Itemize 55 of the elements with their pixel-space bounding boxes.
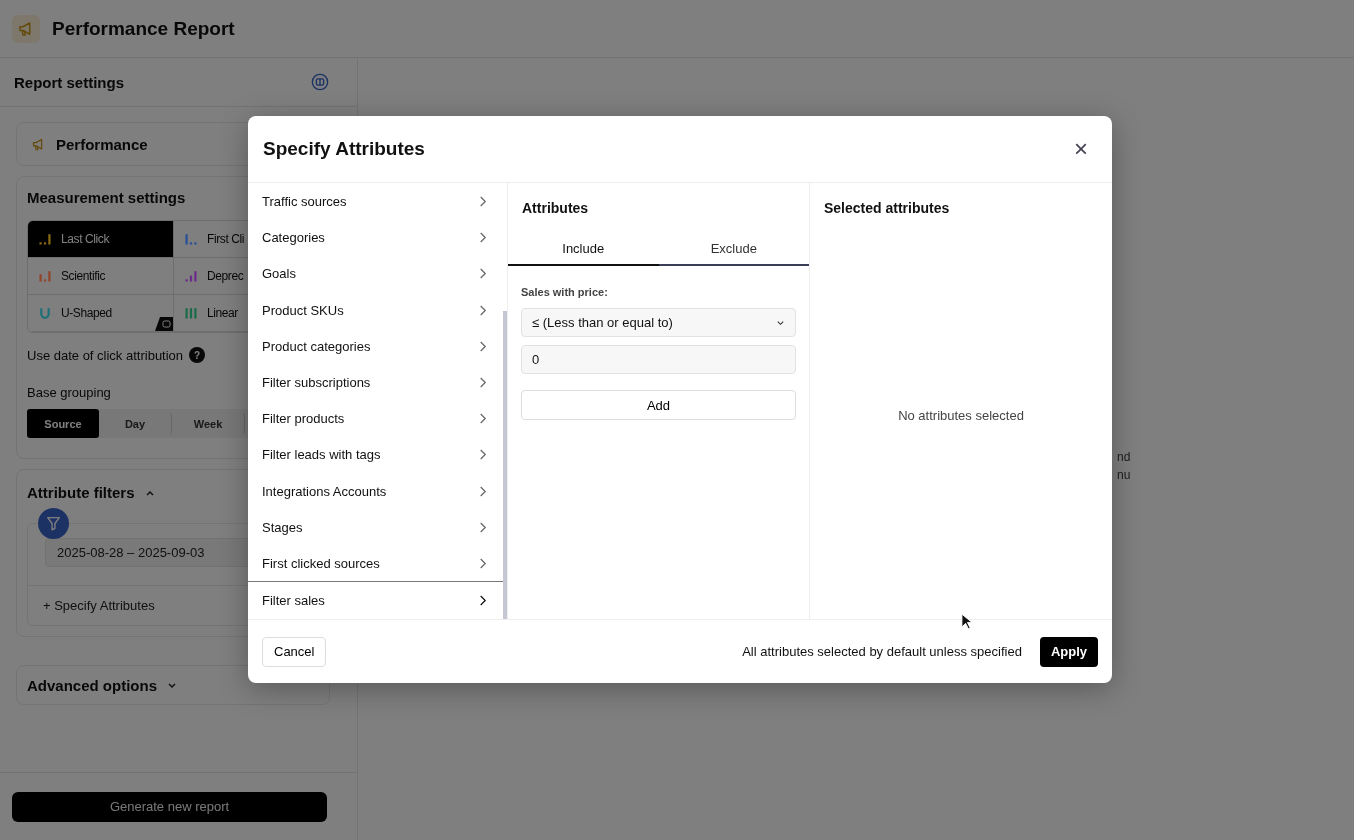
add-button[interactable]: Add bbox=[521, 390, 796, 420]
chevron-right-icon bbox=[478, 593, 487, 607]
category-item[interactable]: Filter subscriptions bbox=[248, 363, 503, 401]
image-badge-icon bbox=[155, 317, 173, 331]
scrollbar[interactable] bbox=[503, 311, 507, 619]
setting-label: Use date of click attribution bbox=[27, 347, 184, 363]
tab[interactable]: Exclude bbox=[658, 233, 809, 266]
price-input-field[interactable]: 0 bbox=[521, 345, 796, 374]
category-item[interactable]: Traffic sources bbox=[248, 183, 503, 220]
generate-report-button[interactable]: Generate new report bbox=[12, 791, 327, 822]
text-fragment: nd bbox=[1117, 449, 1131, 466]
section-title: Attribute filters bbox=[27, 484, 135, 501]
chevron-icon[interactable] bbox=[167, 680, 177, 690]
grouping-option[interactable]: Week bbox=[172, 413, 245, 434]
field-label: Sales with price: bbox=[521, 286, 609, 298]
chevron-right-icon bbox=[478, 520, 487, 534]
operator-select[interactable]: ≤ (Less than or equal to) bbox=[521, 308, 796, 337]
panel-toggle-icon[interactable] bbox=[311, 73, 329, 91]
panel-title: Selected attributes bbox=[824, 200, 951, 216]
section-title: Advanced options bbox=[27, 676, 157, 694]
chevron-right-icon bbox=[478, 339, 487, 353]
chevron-right-icon bbox=[478, 267, 487, 281]
category-item[interactable]: Filter leads with tags bbox=[248, 436, 503, 473]
report-type-label: Performance bbox=[56, 135, 148, 153]
grouping-option[interactable]: Day bbox=[99, 413, 172, 434]
section-title: Measurement settings bbox=[27, 189, 186, 206]
cancel-button[interactable]: Cancel bbox=[262, 636, 327, 667]
help-icon[interactable]: ? bbox=[189, 347, 206, 363]
attribution-model-tile[interactable]: Last Click bbox=[28, 221, 174, 258]
setting-label: Base grouping bbox=[27, 385, 112, 400]
panel-title: Attributes bbox=[522, 200, 590, 216]
sidebar-title: Report settings bbox=[14, 73, 124, 91]
apply-button[interactable]: Apply bbox=[1039, 636, 1098, 667]
category-item[interactable]: Filter products bbox=[248, 400, 503, 437]
chevron-right-icon bbox=[478, 376, 487, 390]
chevron-right-icon bbox=[478, 231, 487, 245]
page-title: Performance Report bbox=[52, 17, 235, 40]
chevron-right-icon bbox=[478, 303, 487, 317]
grouping-option[interactable]: Source bbox=[27, 409, 99, 438]
category-item[interactable]: Integrations Accounts bbox=[248, 472, 503, 509]
chevron-right-icon bbox=[478, 484, 487, 498]
chevron-right-icon bbox=[478, 195, 487, 209]
filter-icon bbox=[38, 508, 69, 539]
chevron-right-icon bbox=[478, 556, 487, 570]
empty-state-text: No attributes selected bbox=[898, 408, 1024, 423]
chevron-right-icon bbox=[478, 448, 487, 462]
chevron-down-icon bbox=[776, 318, 785, 327]
hint-text: All attributes selected by default unless specified bbox=[742, 644, 1022, 659]
attribution-model-tile[interactable]: Scientific bbox=[28, 258, 174, 295]
text-fragment: nu bbox=[1117, 467, 1131, 484]
attribution-model-tile[interactable]: U-Shaped bbox=[28, 295, 174, 332]
close-button[interactable]: × bbox=[1070, 137, 1092, 161]
chevron-right-icon bbox=[478, 412, 487, 426]
tab[interactable]: Include bbox=[508, 233, 659, 266]
mouse-cursor-icon bbox=[961, 613, 972, 630]
